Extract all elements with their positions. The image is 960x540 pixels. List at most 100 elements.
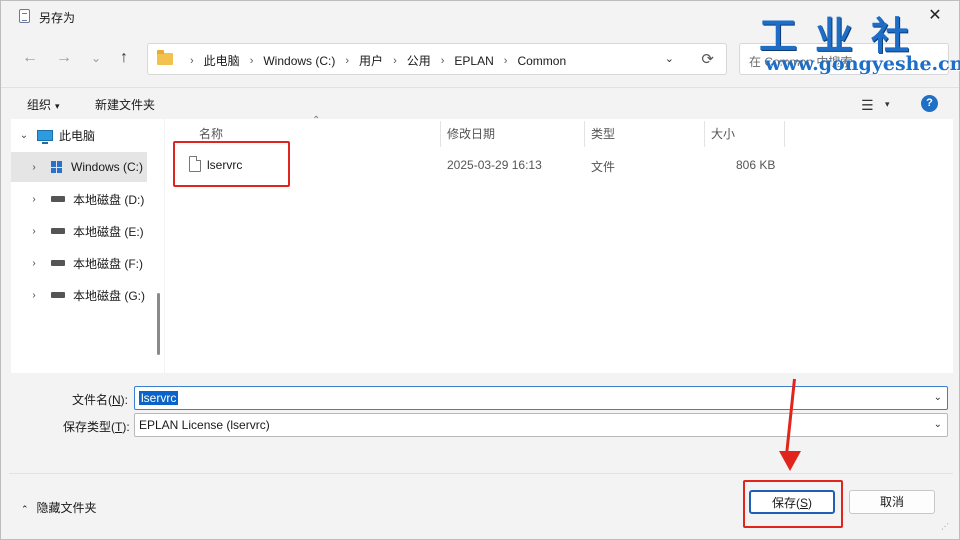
recent-locations-button[interactable]: ⌄	[85, 47, 107, 69]
chevron-up-icon: ⌃	[21, 504, 29, 514]
sidebar-item-drive-g[interactable]: › 本地磁盘 (G:)	[11, 280, 147, 310]
save-label-tail: )	[808, 496, 812, 510]
file-list-pane	[165, 119, 953, 373]
file-name[interactable]: lservrc	[207, 158, 242, 172]
toolbar-divider	[1, 87, 959, 88]
filetype-select[interactable]: EPLAN License (lservrc) ⌄	[134, 413, 948, 437]
window-title: 另存为	[39, 11, 76, 25]
chevron-right-icon[interactable]: ›	[27, 194, 41, 205]
chevron-right-icon[interactable]: ›	[27, 162, 41, 173]
sidebar-item-label: Windows (C:)	[71, 160, 144, 174]
organize-menu[interactable]: 组织 ▾	[27, 96, 60, 113]
breadcrumb-public[interactable]: 公用	[407, 52, 431, 69]
column-divider[interactable]	[440, 121, 441, 147]
column-divider[interactable]	[784, 121, 785, 147]
sidebar-item-label: 本地磁盘 (F:)	[73, 256, 143, 271]
chevron-right-icon[interactable]: ›	[27, 290, 41, 301]
close-button[interactable]: ✕	[925, 6, 945, 26]
file-icon	[189, 156, 201, 172]
forward-button[interactable]: →	[53, 47, 75, 69]
annotation-arrow-icon	[779, 451, 801, 471]
column-header-type[interactable]: 类型	[591, 125, 615, 142]
save-as-dialog: 另存为 ✕ ← → ⌄ ↑ › 此电脑 › Windows (C:) › 用户 …	[0, 0, 960, 540]
filename-input[interactable]: lservrc ⌄	[134, 386, 948, 410]
file-size: 806 KB	[736, 158, 776, 172]
save-accesskey: S	[799, 496, 808, 510]
drive-icon	[51, 228, 65, 234]
hide-folders-toggle[interactable]: ⌃ 隐藏文件夹	[21, 499, 97, 516]
sidebar-item-label: 本地磁盘 (D:)	[73, 192, 145, 207]
filetype-label-text: 保存类型(	[63, 420, 115, 434]
navigation-scrollbar[interactable]	[157, 293, 160, 355]
organize-label: 组织	[27, 98, 52, 112]
folder-icon	[157, 50, 173, 65]
sidebar-item-drive-d[interactable]: › 本地磁盘 (D:)	[11, 184, 147, 214]
save-button[interactable]: 保存(S)	[749, 490, 835, 514]
file-type: 文件	[591, 160, 616, 174]
breadcrumb-common[interactable]: Common	[517, 54, 566, 68]
filename-accesskey: N	[112, 393, 121, 407]
filename-label-text: 文件名(	[72, 393, 112, 407]
windows-drive-icon	[51, 161, 63, 173]
breadcrumb-separator[interactable]: ›	[393, 55, 397, 67]
chevron-down-icon[interactable]: ▾	[885, 99, 890, 110]
sidebar-item-windows-c[interactable]: › Windows (C:)	[11, 152, 147, 182]
save-label: 保存(	[771, 496, 800, 510]
view-options-icon[interactable]: ☰	[861, 97, 874, 114]
chevron-down-icon[interactable]: ⌄	[17, 130, 31, 141]
sidebar-item-drive-f[interactable]: › 本地磁盘 (F:)	[11, 248, 147, 278]
sidebar-item-label: 此电脑	[59, 128, 96, 143]
column-header-date[interactable]: 修改日期	[447, 125, 495, 142]
chevron-right-icon[interactable]: ›	[27, 226, 41, 237]
watermark-brand: 工业社	[759, 13, 928, 58]
new-folder-button[interactable]: 新建文件夹	[95, 96, 155, 113]
help-icon[interactable]: ?	[921, 95, 938, 112]
hide-folders-label: 隐藏文件夹	[36, 501, 97, 515]
sidebar-item-label: 本地磁盘 (E:)	[73, 224, 144, 239]
chevron-down-icon: ▾	[55, 101, 60, 111]
column-divider[interactable]	[704, 121, 705, 147]
computer-icon	[37, 129, 53, 144]
drive-icon	[51, 196, 65, 202]
column-header-name[interactable]: 名称	[199, 125, 223, 142]
chevron-down-icon[interactable]: ⌄	[934, 392, 942, 403]
breadcrumb-separator[interactable]: ›	[345, 55, 349, 67]
filetype-label: 保存类型(T):	[63, 418, 130, 435]
refresh-icon[interactable]: ⟳	[701, 50, 714, 68]
resize-grip-icon[interactable]: ⋰	[941, 522, 949, 531]
chevron-down-icon[interactable]: ⌄	[934, 419, 942, 430]
sidebar-item-this-pc[interactable]: ⌄ 此电脑	[11, 120, 147, 150]
breadcrumb-separator[interactable]: ›	[441, 55, 445, 67]
breadcrumb-separator[interactable]: ›	[250, 55, 254, 67]
drive-icon	[51, 292, 65, 298]
address-bar[interactable]: › 此电脑 › Windows (C:) › 用户 › 公用 › EPLAN ›…	[147, 43, 727, 75]
filetype-label-tail: ):	[122, 420, 130, 434]
breadcrumb-this-pc[interactable]: 此电脑	[204, 52, 240, 69]
column-divider[interactable]	[584, 121, 585, 147]
breadcrumb: › 此电脑 › Windows (C:) › 用户 › 公用 › EPLAN ›…	[180, 52, 566, 69]
filename-label: 文件名(N):	[72, 391, 128, 408]
chevron-right-icon[interactable]: ›	[27, 258, 41, 269]
save-dialog-icon	[19, 9, 30, 23]
sidebar-item-drive-e[interactable]: › 本地磁盘 (E:)	[11, 216, 147, 246]
cancel-button[interactable]: 取消	[849, 490, 935, 514]
breadcrumb-separator[interactable]: ›	[504, 55, 508, 67]
drive-icon	[51, 260, 65, 266]
watermark-url: www.gongyeshe.cn	[765, 53, 960, 75]
sort-ascending-icon: ⌃	[312, 115, 321, 126]
breadcrumb-separator: ›	[190, 54, 194, 67]
breadcrumb-eplan[interactable]: EPLAN	[454, 54, 493, 68]
navigation-pane: ⌄ 此电脑 › Windows (C:) › 本地磁盘 (D:) › 本地磁盘 …	[11, 119, 164, 373]
sidebar-item-label: 本地磁盘 (G:)	[73, 288, 145, 303]
filename-label-tail: ):	[120, 393, 129, 407]
filetype-value: EPLAN License (lservrc)	[139, 418, 270, 432]
column-header-size[interactable]: 大小	[711, 125, 735, 142]
breadcrumb-users[interactable]: 用户	[359, 52, 383, 69]
footer-divider	[9, 473, 953, 474]
address-history-dropdown[interactable]: ⌄	[665, 52, 674, 65]
back-button[interactable]: ←	[19, 47, 41, 69]
filename-value: lservrc	[139, 391, 179, 405]
up-button[interactable]: ↑	[113, 47, 135, 69]
breadcrumb-windows-c[interactable]: Windows (C:)	[263, 54, 335, 68]
file-modified: 2025-03-29 16:13	[447, 158, 542, 172]
